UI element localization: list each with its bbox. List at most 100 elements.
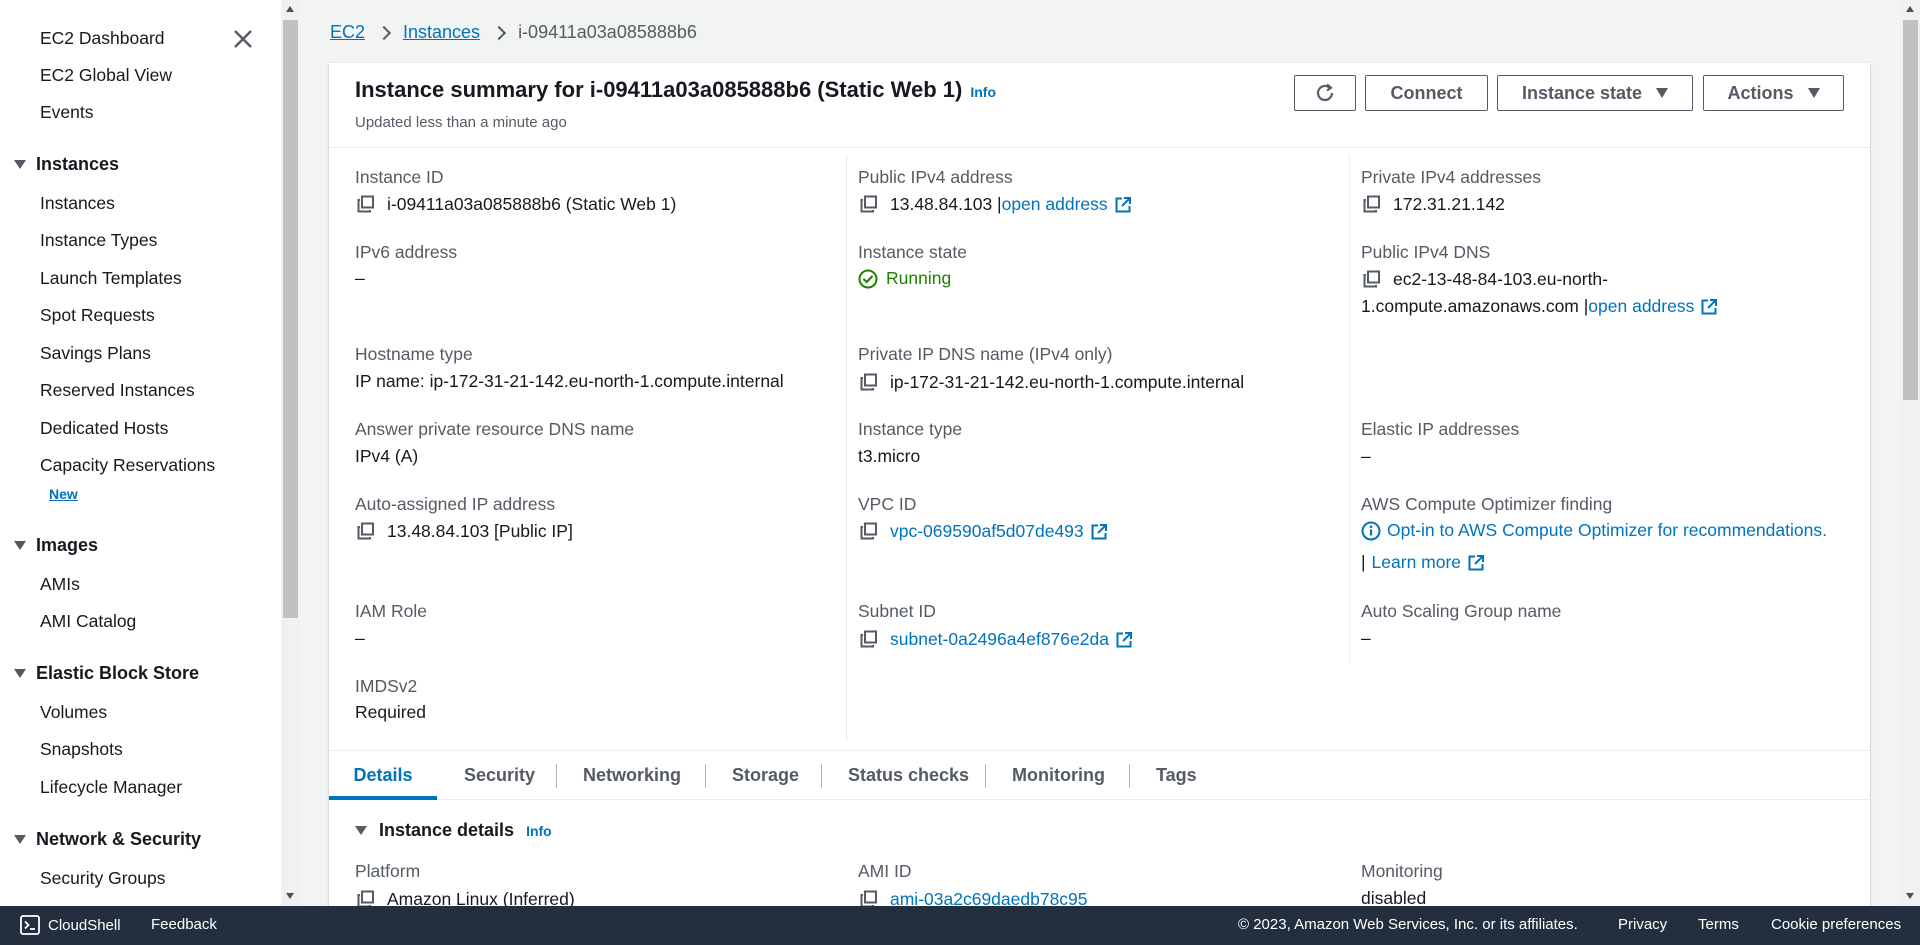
instance-details-header[interactable]: Instance details Info [355, 820, 552, 841]
section-title: Instance details [379, 820, 515, 840]
tab-tags[interactable]: Tags [1156, 751, 1197, 800]
tab-monitoring[interactable]: Monitoring [1012, 751, 1105, 800]
scroll-down-icon[interactable] [286, 893, 294, 899]
feedback-link[interactable]: Feedback [151, 916, 217, 933]
auto-ip-value: 13.48.84.103 [Public IP] [355, 520, 573, 542]
external-link-icon[interactable] [1700, 298, 1718, 316]
cloudshell-button[interactable]: CloudShell [20, 915, 121, 935]
optimizer-value: Opt-in to AWS Compute Optimizer for reco… [1361, 520, 1827, 541]
sidebar-item-ec2-dashboard[interactable]: EC2 Dashboard [40, 28, 165, 49]
status-badge: Running [886, 268, 952, 288]
sidebar-item-dedicated-hosts[interactable]: Dedicated Hosts [40, 418, 168, 439]
imds-value: Required [355, 702, 427, 722]
platform-text: Amazon Linux (Inferred) [387, 888, 575, 907]
privacy-link[interactable]: Privacy [1618, 916, 1667, 933]
instance-type-value: t3.micro [858, 446, 921, 466]
sidebar-item-reserved-instances[interactable]: Reserved Instances [40, 380, 195, 401]
footer: CloudShell Feedback © 2023, Amazon Web S… [0, 906, 1920, 945]
caret-down-icon [1656, 88, 1669, 98]
sidebar-item-spot-requests[interactable]: Spot Requests [40, 305, 155, 326]
sidebar-item-amis[interactable]: AMIs [40, 574, 80, 595]
tab-security[interactable]: Security [464, 751, 535, 800]
info-link[interactable]: Info [970, 84, 996, 100]
sidebar-item-instances[interactable]: Instances [40, 193, 115, 214]
sidebar-item-ami-catalog[interactable]: AMI Catalog [40, 611, 136, 632]
ipv6-value: – [355, 268, 365, 288]
copy-icon[interactable] [355, 193, 377, 215]
cookie-preferences-link[interactable]: Cookie preferences [1771, 916, 1901, 933]
sidebar-item-volumes[interactable]: Volumes [40, 702, 107, 723]
tab-networking[interactable]: Networking [583, 751, 681, 800]
tab-status-checks[interactable]: Status checks [848, 751, 969, 800]
refresh-button[interactable] [1294, 75, 1356, 111]
external-link-icon[interactable] [1090, 523, 1108, 541]
copy-icon[interactable] [355, 520, 377, 542]
public-dns-text: ec2-13-48-84-103.eu-north- [1393, 268, 1608, 289]
sidebar-item-snapshots[interactable]: Snapshots [40, 739, 123, 760]
connect-button[interactable]: Connect [1365, 75, 1488, 111]
sidebar-item-events[interactable]: Events [40, 102, 94, 123]
caret-down-icon [1807, 88, 1820, 98]
actions-label: Actions [1727, 82, 1794, 103]
elastic-ip-label: Elastic IP addresses [1361, 419, 1520, 439]
open-address-link[interactable]: open address [1002, 194, 1108, 214]
elastic-ip-value: – [1361, 446, 1371, 466]
copy-icon[interactable] [858, 520, 880, 542]
info-link[interactable]: Info [526, 823, 552, 839]
sidebar-section-images[interactable]: Images [14, 535, 98, 556]
caret-down-icon [14, 541, 26, 550]
answer-dns-value: IPv4 (A) [355, 446, 419, 466]
copy-icon[interactable] [858, 371, 880, 393]
tab-separator [821, 764, 822, 788]
sidebar-section-instances[interactable]: Instances [14, 154, 119, 175]
learn-more-link[interactable]: Learn more [1372, 552, 1462, 572]
breadcrumb-ec2[interactable]: EC2 [330, 22, 365, 43]
copy-icon[interactable] [858, 193, 880, 215]
copy-icon[interactable] [355, 888, 377, 906]
copy-icon[interactable] [1361, 268, 1383, 290]
sidebar-item-ec2-global-view[interactable]: EC2 Global View [40, 65, 172, 86]
copy-icon[interactable] [858, 888, 880, 906]
sidebar-section-label: Elastic Block Store [36, 663, 200, 683]
open-address-link[interactable]: open address [1588, 296, 1694, 316]
main-scrollbar-thumb[interactable] [1903, 20, 1918, 400]
sidebar-item-instance-types[interactable]: Instance Types [40, 230, 157, 251]
caret-down-icon [14, 669, 26, 678]
sidebar-item-launch-templates[interactable]: Launch Templates [40, 268, 182, 289]
ami-id-link[interactable]: ami-03a2c69daedb78c95 [890, 889, 1088, 907]
sidebar-item-security-groups[interactable]: Security Groups [40, 868, 165, 889]
scroll-down-icon[interactable] [1906, 893, 1914, 899]
copy-icon[interactable] [858, 628, 880, 650]
breadcrumb-current: i-09411a03a085888b6 [518, 22, 697, 42]
ami-id-value: ami-03a2c69daedb78c95 [858, 888, 1088, 906]
main-scrollbar[interactable] [1901, 0, 1920, 906]
answer-dns-label: Answer private resource DNS name [355, 419, 635, 439]
instance-state-value: Running [858, 268, 951, 289]
actions-dropdown[interactable]: Actions [1703, 75, 1844, 111]
copy-icon[interactable] [1361, 193, 1383, 215]
terms-link[interactable]: Terms [1698, 916, 1739, 933]
sidebar-section-network-security[interactable]: Network & Security [14, 829, 201, 850]
sidebar-scrollbar[interactable] [281, 0, 300, 906]
tab-details[interactable]: Details [329, 751, 437, 800]
close-icon[interactable] [228, 24, 258, 54]
sidebar-section-elastic-block-store[interactable]: Elastic Block Store [14, 663, 199, 684]
external-link-icon[interactable] [1114, 196, 1132, 214]
external-link-icon[interactable] [1467, 554, 1485, 572]
optimizer-opt-in-link[interactable]: Opt-in to AWS Compute Optimizer for reco… [1387, 520, 1827, 541]
scroll-up-icon[interactable] [1906, 6, 1914, 12]
tab-storage[interactable]: Storage [732, 751, 799, 800]
check-circle-icon [858, 269, 878, 288]
sidebar-item-capacity-reservations[interactable]: Capacity Reservations [40, 455, 215, 476]
scroll-up-icon[interactable] [286, 6, 294, 12]
sidebar-item-savings-plans[interactable]: Savings Plans [40, 343, 151, 364]
subnet-link[interactable]: subnet-0a2496a4ef876e2da [890, 629, 1109, 649]
vpc-link[interactable]: vpc-069590af5d07de493 [890, 521, 1084, 541]
instance-state-dropdown[interactable]: Instance state [1497, 75, 1693, 111]
asg-label: Auto Scaling Group name [1361, 601, 1562, 621]
breadcrumb-instances[interactable]: Instances [403, 22, 480, 43]
sidebar: EC2 Dashboard EC2 Global View Events Ins… [0, 0, 282, 906]
sidebar-scrollbar-thumb[interactable] [283, 20, 298, 618]
external-link-icon[interactable] [1115, 631, 1133, 649]
sidebar-item-lifecycle-manager[interactable]: Lifecycle Manager [40, 777, 182, 798]
